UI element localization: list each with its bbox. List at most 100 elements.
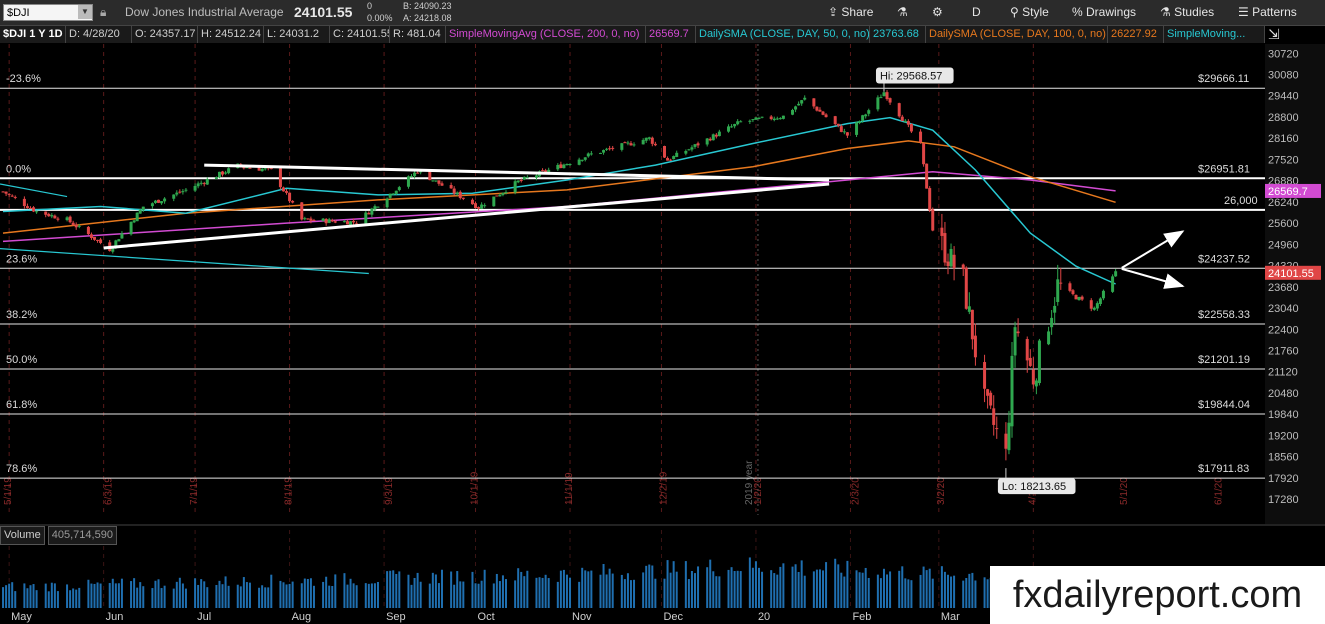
candle-body bbox=[583, 157, 587, 160]
volume-bar bbox=[108, 583, 111, 608]
volume-label-box: Volume 405,714,590 bbox=[0, 526, 117, 545]
candle-body bbox=[821, 111, 825, 115]
candle-body bbox=[1037, 340, 1041, 384]
sma200-price-tag-text: 26569.7 bbox=[1268, 186, 1308, 198]
candle-body bbox=[653, 143, 657, 146]
candle-body bbox=[74, 224, 78, 228]
volume-bar bbox=[264, 587, 267, 608]
candle-body bbox=[855, 122, 859, 135]
y-tick-label: 22400 bbox=[1268, 324, 1299, 336]
volume-bar bbox=[288, 583, 291, 608]
y-tick-label: 29440 bbox=[1268, 91, 1299, 103]
fib-level-percent: -23.6% bbox=[6, 73, 41, 85]
volume-bar bbox=[962, 580, 965, 608]
candle-body bbox=[391, 193, 395, 195]
candle-body bbox=[611, 147, 615, 149]
volume-bar bbox=[858, 572, 861, 608]
hi-callout-text: Hi: 29568.57 bbox=[880, 70, 942, 82]
volume-bar bbox=[175, 581, 178, 608]
volume-bar bbox=[843, 576, 846, 608]
volume-bar bbox=[29, 585, 32, 608]
candle-body bbox=[522, 176, 526, 180]
volume-bar bbox=[343, 573, 346, 608]
candle-body bbox=[193, 185, 197, 191]
volume-bar bbox=[584, 570, 587, 608]
volume-bar bbox=[407, 574, 410, 608]
candle-body bbox=[647, 137, 651, 139]
candle-body bbox=[96, 239, 100, 241]
candle-body bbox=[410, 176, 414, 178]
volume-bar bbox=[346, 584, 349, 608]
candle-body bbox=[565, 164, 569, 166]
candle-body bbox=[181, 191, 185, 193]
candle-body bbox=[556, 164, 560, 170]
candle-body bbox=[7, 193, 11, 195]
date-marker-label: 6/1/20 bbox=[1213, 477, 1224, 505]
volume-bar bbox=[794, 564, 797, 608]
volume-bar bbox=[66, 584, 69, 608]
volume-bar bbox=[633, 579, 636, 608]
year-marker-label: 2019 year bbox=[744, 460, 755, 505]
candle-body bbox=[605, 148, 609, 150]
fib-level-percent: 50.0% bbox=[6, 354, 37, 366]
volume-bar bbox=[748, 557, 751, 608]
volume-title: Volume bbox=[0, 526, 45, 545]
volume-bar bbox=[953, 575, 956, 608]
candle-body bbox=[1, 191, 5, 193]
volume-bar bbox=[11, 582, 14, 608]
volume-bar bbox=[684, 561, 687, 608]
candle-body bbox=[580, 159, 584, 161]
volume-bar bbox=[754, 561, 757, 608]
volume-bar bbox=[697, 566, 700, 608]
candle-body bbox=[35, 211, 39, 213]
volume-bar bbox=[495, 573, 498, 608]
candle-body bbox=[312, 220, 316, 222]
candle-body bbox=[440, 183, 444, 186]
volume-bar bbox=[620, 574, 623, 608]
volume-bar bbox=[690, 571, 693, 608]
volume-bar bbox=[93, 583, 96, 608]
volume-bar bbox=[267, 587, 270, 608]
candle-body bbox=[672, 156, 676, 160]
candle-body bbox=[906, 121, 910, 125]
date-marker-label: 8/1/19 bbox=[284, 477, 295, 505]
candle-body bbox=[577, 159, 581, 165]
volume-bar bbox=[562, 569, 565, 608]
candle-body bbox=[480, 204, 484, 209]
candle-body bbox=[138, 209, 142, 214]
volume-bar bbox=[822, 570, 825, 608]
x-tick-label: Dec bbox=[663, 611, 683, 623]
volume-bar bbox=[56, 591, 59, 608]
y-tick-label: 19840 bbox=[1268, 409, 1299, 421]
fib-level-price: $17911.83 bbox=[1198, 463, 1249, 475]
candle-body bbox=[306, 218, 310, 220]
candle-body bbox=[675, 152, 679, 157]
volume-bar bbox=[151, 588, 154, 608]
candle-body bbox=[376, 206, 380, 208]
candle-body bbox=[885, 92, 889, 100]
date-marker-label: 3/2/20 bbox=[936, 477, 947, 505]
date-marker-label: 7/1/19 bbox=[189, 477, 200, 505]
candle-body bbox=[727, 126, 731, 132]
price-chart[interactable]: 5/1/19 6/3/19 7/1/19 8/1/19 9/3/19 10/1/19 11/… bbox=[0, 0, 1325, 624]
candle-body bbox=[13, 196, 17, 198]
volume-bar bbox=[739, 571, 742, 608]
candle-body bbox=[711, 134, 715, 141]
volume-bar bbox=[965, 578, 968, 608]
volume-bar bbox=[925, 570, 928, 608]
volume-bar bbox=[669, 572, 672, 608]
volume-bar bbox=[505, 579, 507, 608]
fit-icon[interactable]: ⇲ bbox=[1268, 26, 1280, 43]
volume-bar bbox=[428, 583, 431, 608]
volume-bar bbox=[23, 583, 26, 608]
candle-body bbox=[663, 146, 667, 158]
volume-bar bbox=[172, 588, 175, 608]
candle-body bbox=[794, 106, 798, 110]
volume-bar bbox=[178, 577, 181, 608]
candle-body bbox=[925, 163, 929, 189]
date-marker-label: 2/3/20 bbox=[851, 477, 862, 505]
candle-body bbox=[568, 164, 572, 166]
candle-body bbox=[803, 97, 807, 100]
volume-bar bbox=[349, 578, 352, 608]
volume-bar bbox=[434, 574, 437, 608]
